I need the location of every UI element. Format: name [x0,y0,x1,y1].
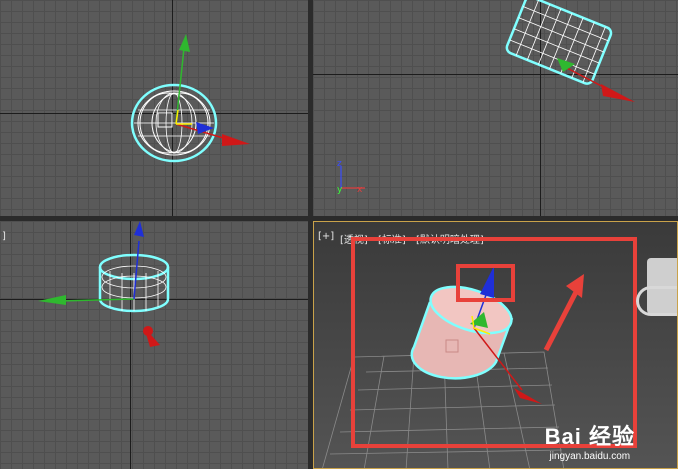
axis-letter-x: x [357,185,363,195]
annotation-arrow-icon [543,274,584,352]
cylinder-wireframe-front[interactable] [505,0,613,85]
viewcube-compass-ring[interactable] [636,286,677,316]
axis-tripod-front: z y x [337,159,365,195]
watermark: Bai 经验 jingyan.baidu.com [545,419,635,462]
viewport-perspective[interactable]: [+] [透视] [标准] [默认明暗处理] Bai 经验 jingyan.ba… [313,221,678,469]
watermark-url: jingyan.baidu.com [549,451,631,462]
viewport-layout: z y x ] [+] [透视] [标准] [默认明暗处理] Bai 经验 ji… [0,0,678,469]
cylinder-wireframe-left[interactable] [98,253,170,313]
viewport-front[interactable]: z y x [313,0,678,216]
left-view-scene [38,221,170,347]
watermark-logo: Bai 经验 [544,424,635,449]
top-view-scene [130,34,250,163]
axis-letter-y: y [337,185,343,195]
cylinder-wireframe-top[interactable] [130,83,218,163]
move-gizmo-front[interactable] [557,58,635,102]
viewport-top[interactable] [0,0,308,216]
axis-letter-z: z [337,159,342,169]
front-view-scene: z y x [337,0,635,195]
viewport-left[interactable]: ] [0,221,308,469]
move-gizmo-top[interactable] [175,34,250,146]
